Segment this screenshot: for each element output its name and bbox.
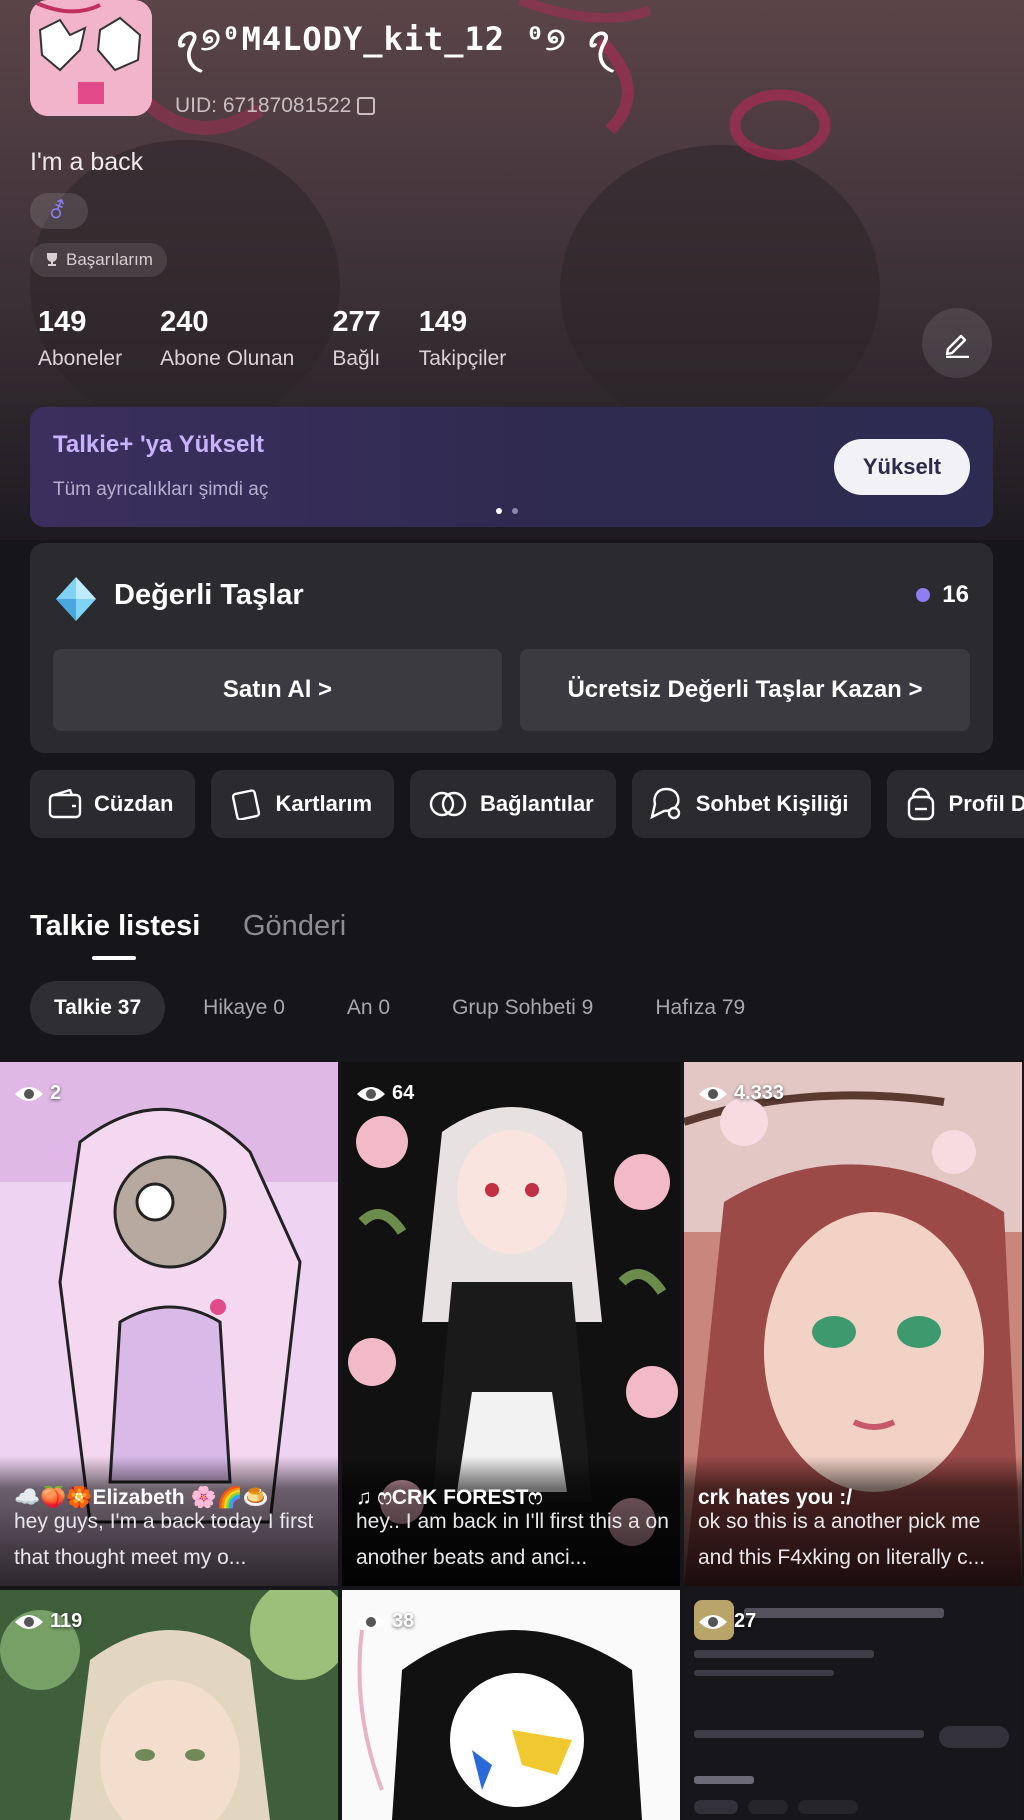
view-count-value: 27 xyxy=(734,1610,757,1632)
premium-upgrade-banner[interactable]: Talkie+ 'ya Yükselt Tüm ayrıcalıkları şi… xyxy=(30,407,993,527)
stat-label: Abone Olunan xyxy=(160,347,295,370)
stat-value: 149 xyxy=(418,306,468,338)
talkie-description: hey.. I am back in I'll first this a on … xyxy=(356,1510,669,1569)
stat-label: Bağlı xyxy=(332,347,381,370)
eye-icon xyxy=(15,1614,43,1629)
avatar-image xyxy=(30,0,152,116)
premium-subtitle: Tüm ayrıcalıkları şimdi aç xyxy=(53,479,269,500)
subtab-story[interactable]: Hikaye 0 xyxy=(179,981,309,1035)
quick-actions: Cüzdan Kartlarım Bağlantılar Sohbet Kişi… xyxy=(30,770,1024,838)
achievements-button[interactable]: Başarılarım xyxy=(30,243,167,277)
premium-title: Talkie+ 'ya Yükselt xyxy=(53,431,264,458)
links-icon xyxy=(429,791,467,817)
stat-value: 240 xyxy=(160,306,209,338)
stat-followers[interactable]: 149 Takipçiler xyxy=(419,306,507,371)
chat-persona-button[interactable]: Sohbet Kişiliği xyxy=(631,770,871,838)
view-count: 38 xyxy=(356,1610,414,1633)
wallet-icon xyxy=(48,789,82,819)
persona-icon xyxy=(650,787,680,820)
view-count-value: 64 xyxy=(392,1082,415,1104)
carousel-dot-active xyxy=(496,508,502,514)
profile-icon xyxy=(907,787,934,821)
view-count: 27 xyxy=(698,1610,756,1633)
gender-icon: ⚦ xyxy=(48,198,67,223)
stat-label: Takipçiler xyxy=(418,347,507,370)
user-id[interactable]: UID: 67187081522 xyxy=(175,94,376,118)
view-count: 119 xyxy=(14,1610,82,1633)
stat-subscribed[interactable]: 240 Abone Olunan xyxy=(160,306,294,371)
buy-gems-button[interactable]: Satın Al > xyxy=(53,649,502,731)
view-count-value: 4.333 xyxy=(734,1082,785,1104)
subtab-moment[interactable]: An 0 xyxy=(323,981,414,1035)
gems-count: 16 xyxy=(942,581,969,608)
username: ꪖ୭⁰M4LODY_kit_12 ⁰୭ ꪖ xyxy=(175,20,613,58)
talkie-card[interactable]: 2 ☁️🍑🏵️Elizabeth 🌸🌈🍮 hey guys, I'm a bac… xyxy=(0,1062,338,1586)
subtab-group-chat[interactable]: Grup Sohbeti 9 xyxy=(428,981,617,1035)
earn-free-gems-button[interactable]: Ücretsiz Değerli Taşlar Kazan > xyxy=(520,649,970,731)
gems-title: Değerli Taşlar xyxy=(114,579,304,611)
achievements-label: Başarılarım xyxy=(66,250,153,269)
user-id-text: UID: 67187081522 xyxy=(175,94,352,117)
profile-decoration-label: Profil D xyxy=(948,791,1024,816)
gender-badge: ⚦ xyxy=(30,193,88,229)
profile-bio: I'm a back xyxy=(30,148,144,176)
trophy-icon xyxy=(47,253,57,266)
view-count-value: 2 xyxy=(50,1082,62,1104)
stat-value: 277 xyxy=(332,306,381,338)
diamond-icon xyxy=(56,577,96,621)
talkie-description: hey guys, I'm a back today I first that … xyxy=(14,1510,314,1569)
view-count-value: 38 xyxy=(392,1610,415,1632)
edit-profile-button[interactable] xyxy=(922,308,992,378)
talkie-description: ok so this is a another pick me and this… xyxy=(698,1510,986,1569)
wallet-label: Cüzdan xyxy=(94,791,174,816)
upgrade-button[interactable]: Yükselt xyxy=(834,439,970,495)
tab-posts[interactable]: Gönderi xyxy=(243,910,346,943)
my-cards-button[interactable]: Kartlarım xyxy=(211,770,395,838)
talkie-card[interactable]: 119 xyxy=(0,1590,338,1820)
carousel-dots xyxy=(496,508,518,514)
talkie-card[interactable]: 64 ♫ ෆCRK FORESTෆ hey.. I am back in I'l… xyxy=(342,1062,680,1586)
stat-subscribers[interactable]: 149 Aboneler xyxy=(38,306,122,371)
view-count: 2 xyxy=(14,1082,61,1105)
eye-icon xyxy=(357,1086,385,1101)
wallet-button[interactable]: Cüzdan xyxy=(30,770,196,838)
my-cards-label: Kartlarım xyxy=(275,791,373,816)
gems-card: Değerli Taşlar 16 Satın Al > Ücretsiz De… xyxy=(30,543,993,753)
talkie-card[interactable]: 4.333 crk hates you :/ ok so this is a a… xyxy=(684,1062,1022,1586)
stat-connected[interactable]: 277 Bağlı xyxy=(332,306,380,371)
profile-stats: 149 Aboneler 240 Abone Olunan 277 Bağlı … xyxy=(38,306,506,371)
pencil-icon xyxy=(945,334,969,358)
gem-dot-icon xyxy=(916,588,931,602)
talkie-card[interactable]: 38 xyxy=(342,1590,680,1820)
avatar[interactable] xyxy=(30,0,152,116)
connections-button[interactable]: Bağlantılar xyxy=(410,770,616,838)
stat-value: 149 xyxy=(38,306,87,338)
gems-balance: 16 xyxy=(916,581,969,609)
chat-persona-label: Sohbet Kişiliği xyxy=(695,791,849,816)
eye-icon xyxy=(15,1086,43,1101)
connections-label: Bağlantılar xyxy=(480,791,594,816)
cards-icon xyxy=(232,789,261,820)
eye-icon xyxy=(699,1614,727,1629)
stat-label: Aboneler xyxy=(38,347,123,370)
profile-decoration-button[interactable]: Profil D xyxy=(886,770,1024,838)
eye-icon xyxy=(357,1614,385,1629)
view-count: 4.333 xyxy=(698,1082,784,1105)
subtab-memory[interactable]: Hafıza 79 xyxy=(631,981,769,1035)
active-tab-indicator xyxy=(92,956,136,960)
carousel-dot xyxy=(512,508,518,514)
talkie-card[interactable]: 27 xyxy=(684,1590,1022,1820)
subtab-talkie[interactable]: Talkie 37 xyxy=(30,981,166,1035)
eye-icon xyxy=(699,1086,727,1101)
copy-icon[interactable] xyxy=(357,97,376,115)
subtab-bar: Talkie 37 Hikaye 0 An 0 Grup Sohbeti 9 H… xyxy=(30,981,783,1035)
view-count: 64 xyxy=(356,1082,414,1105)
view-count-value: 119 xyxy=(50,1610,83,1632)
tab-talkie-list[interactable]: Talkie listesi xyxy=(30,910,200,943)
